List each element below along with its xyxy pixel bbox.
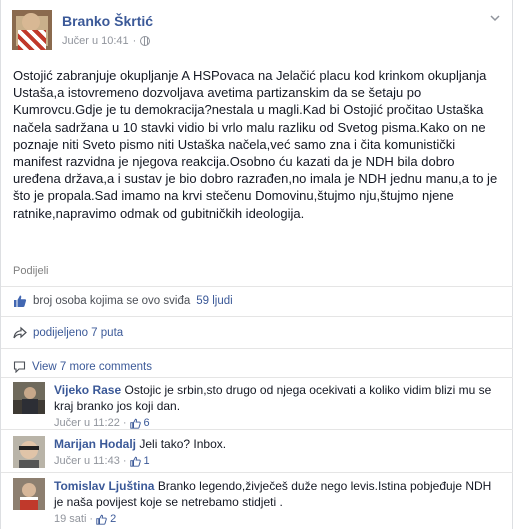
thumbs-up-icon	[13, 294, 27, 308]
post-header: Branko Škrtić Jučer u 10:41 ·	[12, 10, 502, 54]
globe-icon[interactable]	[140, 36, 151, 46]
divider	[1, 377, 513, 378]
comment-body: Vijeko Rase Ostojic je srbin,sto drugo o…	[54, 382, 494, 431]
view-more-comments-link[interactable]: View 7 more comments	[32, 361, 152, 373]
author-avatar[interactable]	[12, 10, 52, 50]
thumbs-up-icon	[129, 456, 141, 467]
commenter-name[interactable]: Vijeko Rase	[54, 383, 121, 397]
meta-separator: ·	[122, 455, 127, 467]
meta-separator: ·	[132, 35, 137, 47]
comment-time[interactable]: Jučer u 11:43	[54, 453, 120, 469]
commenter-avatar[interactable]	[13, 436, 45, 468]
avatar-face	[22, 13, 40, 31]
share-arrow-icon	[13, 326, 27, 340]
chevron-down-icon[interactable]	[488, 12, 502, 26]
commenter-name[interactable]: Marijan Hodalj	[54, 437, 136, 451]
divider	[1, 429, 513, 430]
comment-meta: Jučer u 11:43 · 1	[54, 453, 494, 469]
likes-row: broj osoba kojima se ovo sviđa 59 ljudi	[13, 294, 233, 308]
commenter-name[interactable]: Tomislav Ljuština	[54, 479, 154, 493]
avatar-checkered-shirt	[18, 30, 46, 50]
comment-like-count[interactable]: 2	[110, 511, 116, 527]
post-timestamp[interactable]: Jučer u 10:41	[62, 35, 129, 47]
divider	[1, 316, 513, 317]
comment-body: Tomislav Ljuština Branko legendo,živječe…	[54, 478, 494, 527]
share-button[interactable]: Podijeli	[13, 265, 48, 277]
commenter-avatar[interactable]	[13, 478, 45, 510]
shares-row[interactable]: podijeljeno 7 puta	[13, 326, 123, 340]
comment-like-count[interactable]: 1	[144, 453, 150, 469]
author-name[interactable]: Branko Škrtić	[62, 13, 153, 29]
divider	[1, 472, 513, 473]
divider	[1, 348, 513, 349]
comment-meta: 19 sati · 2	[54, 511, 494, 527]
comment-time[interactable]: 19 sati	[54, 511, 86, 527]
thumbs-up-icon	[129, 418, 141, 429]
comment-text: Jeli tako? Inbox.	[139, 437, 227, 451]
thumbs-up-icon	[96, 514, 107, 525]
shares-link[interactable]: podijeljeno 7 puta	[33, 327, 123, 339]
comment-body: Marijan Hodalj Jeli tako? Inbox. Jučer u…	[54, 436, 494, 469]
divider	[1, 286, 513, 287]
comment-bubble-icon	[13, 361, 26, 373]
view-more-row[interactable]: View 7 more comments	[13, 361, 152, 373]
post-card: Branko Škrtić Jučer u 10:41 · Ostojić za…	[0, 0, 513, 529]
post-text: Ostojić zabranjuje okupljanje A HSPovaca…	[13, 68, 498, 221]
likes-text: broj osoba kojima se ovo sviđa	[33, 295, 191, 307]
commenter-avatar[interactable]	[13, 382, 45, 414]
meta-separator: ·	[89, 513, 94, 525]
post-meta: Jučer u 10:41 ·	[62, 35, 151, 47]
likes-count-link[interactable]: 59 ljudi	[196, 295, 232, 307]
